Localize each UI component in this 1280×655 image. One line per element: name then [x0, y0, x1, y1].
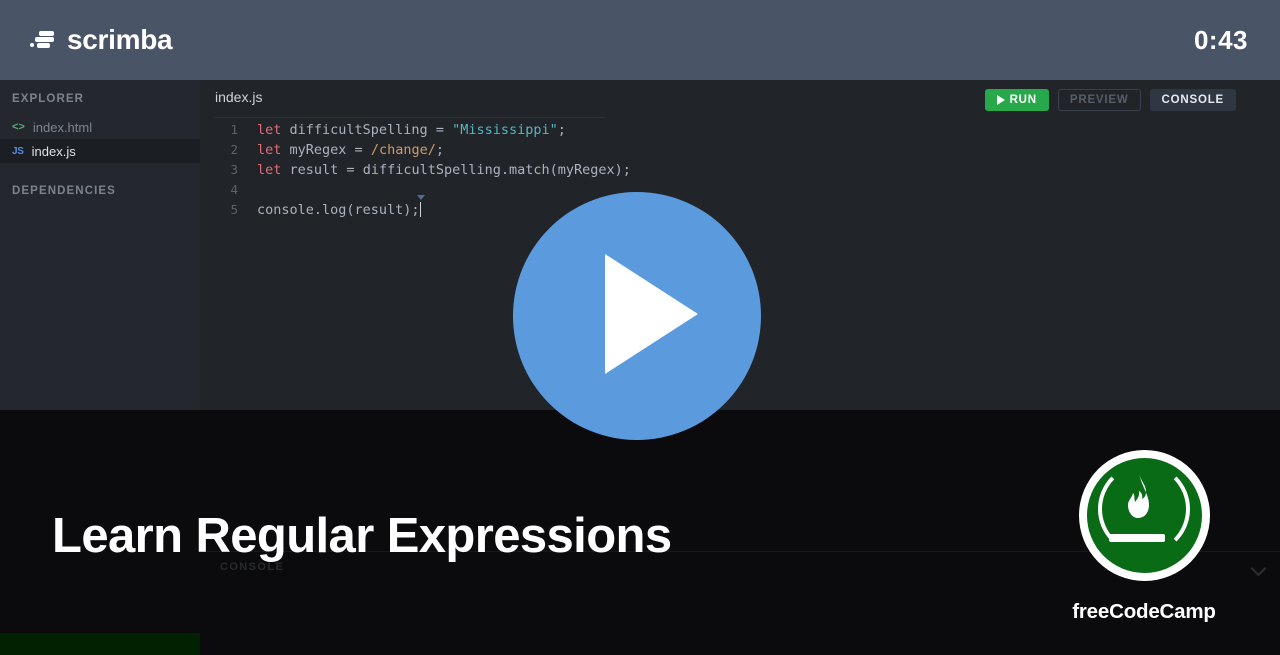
- sidebar-file-index-js[interactable]: JS index.js: [0, 139, 200, 163]
- code-content[interactable]: 1 let difficultSpelling = "Mississippi"; 2…: [200, 118, 1280, 220]
- console-button[interactable]: CONSOLE: [1149, 89, 1236, 111]
- lesson-title: Learn Regular Expressions: [52, 509, 672, 563]
- code-line: 1 let difficultSpelling = "Mississippi";: [200, 120, 1280, 140]
- explorer-section-title: EXPLORER: [12, 93, 85, 105]
- scrimba-player-screen: scrimba 0:43 EXPLORER <> index.html JS i…: [0, 0, 1280, 655]
- bottom-green-strip: [0, 633, 200, 655]
- freecodecamp-name: freeCodeCamp: [1072, 600, 1216, 623]
- code-line-text: console.log(result);: [257, 195, 425, 218]
- line-number: 1: [230, 122, 238, 137]
- code-line: 2 let myRegex = /change/;: [200, 140, 1280, 160]
- scrimba-speed-lines-icon: [30, 30, 56, 50]
- play-icon: [996, 95, 1005, 105]
- freecodecamp-flame-logo: [1078, 450, 1210, 581]
- chevron-down-icon[interactable]: [1250, 561, 1270, 577]
- run-button-label: RUN: [1009, 94, 1037, 106]
- editor-toolbar: RUN PREVIEW CONSOLE: [984, 89, 1236, 111]
- line-number: 5: [230, 202, 238, 217]
- code-line-text: let result = difficultSpelling.match(myR…: [257, 162, 631, 178]
- editor-tabbar: index.js RUN PREVIEW CONSOLE: [200, 80, 1280, 118]
- line-number: 3: [230, 162, 238, 177]
- preview-button[interactable]: PREVIEW: [1057, 89, 1141, 111]
- line-number: 2: [230, 142, 238, 157]
- sidebar-file-label: index.js: [31, 143, 76, 159]
- dependencies-section-title: DEPENDENCIES: [12, 185, 116, 197]
- play-triangle: [605, 254, 698, 374]
- playback-timer: 0:43: [1193, 24, 1248, 55]
- brand[interactable]: scrimba: [30, 24, 173, 56]
- app-header: scrimba 0:43: [0, 0, 1280, 80]
- code-line: 5 console.log(result);: [200, 195, 1280, 220]
- brand-name: scrimba: [67, 24, 173, 55]
- sidebar-file-index-html[interactable]: <> index.html: [0, 115, 200, 139]
- code-line: 4: [200, 180, 1280, 200]
- run-button[interactable]: RUN: [984, 89, 1049, 111]
- preview-button-label: PREVIEW: [1069, 94, 1129, 106]
- freecodecamp-badge: freeCodeCamp: [1059, 450, 1229, 624]
- flame-icon: [1127, 472, 1149, 518]
- sidebar-file-label: index.html: [32, 119, 93, 135]
- console-button-label: CONSOLE: [1161, 94, 1224, 106]
- javascript-icon: JS: [12, 145, 24, 157]
- tab-index-js[interactable]: index.js: [215, 89, 262, 105]
- code-line-text: let myRegex = /change/;: [257, 142, 444, 158]
- file-explorer-sidebar: EXPLORER <> index.html JS index.js DEPEN…: [0, 80, 200, 410]
- logo-bar: [1108, 534, 1165, 542]
- play-button-icon[interactable]: [513, 192, 761, 440]
- text-cursor: [416, 195, 425, 217]
- code-line-text: let difficultSpelling = "Mississippi";: [257, 122, 566, 138]
- line-number: 4: [230, 182, 238, 197]
- html-code-icon: <>: [12, 120, 25, 133]
- code-line: 3 let result = difficultSpelling.match(my…: [200, 160, 1280, 180]
